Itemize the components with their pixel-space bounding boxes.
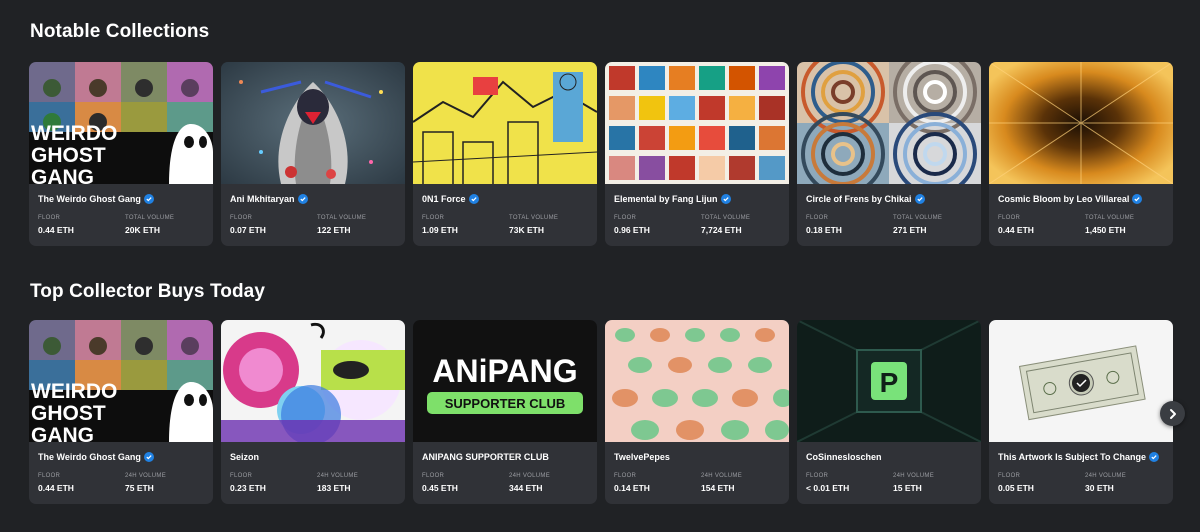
collection-card-circle-of-frens[interactable]: Circle of Frens by Chikai FLOOR 0.18 ETH… (797, 62, 981, 246)
collection-name[interactable]: ANIPANG SUPPORTER CLUB (422, 452, 549, 462)
floor-stat: FLOOR 0.18 ETH (806, 215, 842, 235)
card-art-text: GHOST (31, 402, 106, 425)
card-art-text: SUPPORTER CLUB (445, 396, 566, 411)
collection-name[interactable]: The Weirdo Ghost Gang (38, 194, 154, 204)
verified-badge-icon (914, 194, 925, 204)
verified-badge-icon (1132, 194, 1143, 204)
collection-name[interactable]: 0N1 Force (422, 194, 479, 204)
floor-stat: FLOOR 0.45 ETH (422, 473, 458, 493)
collection-card-0n1-force[interactable]: 0N1 Force FLOOR 1.09 ETH TOTAL VOLUME 73… (413, 62, 597, 246)
floor-stat: FLOOR 0.23 ETH (230, 473, 266, 493)
section-title-notable: Notable Collections (30, 21, 210, 42)
chevron-right-icon (1169, 408, 1176, 419)
floor-stat: FLOOR 0.07 ETH (230, 215, 266, 235)
collection-name[interactable]: TwelvePepes (614, 452, 670, 462)
card-art-text: WEIRDO (31, 380, 117, 403)
section-title-top-collector-buys: Top Collector Buys Today (30, 281, 265, 302)
volume-stat: TOTAL VOLUME 122 ETH (317, 215, 367, 235)
collection-card-elemental[interactable]: Elemental by Fang Lijun FLOOR 0.96 ETH T… (605, 62, 789, 246)
volume-stat: TOTAL VOLUME 1,450 ETH (1085, 215, 1135, 235)
volume-stat: 24H VOLUME 75 ETH (125, 473, 167, 493)
collection-card-this-artwork[interactable]: This Artwork Is Subject To Change FLOOR … (989, 320, 1173, 504)
volume-stat: 24H VOLUME 154 ETH (701, 473, 743, 493)
collection-thumbnail[interactable]: ANiPANG SUPPORTER CLUB (413, 320, 597, 442)
volume-stat: 24H VOLUME 15 ETH (893, 473, 935, 493)
volume-stat: TOTAL VOLUME 271 ETH (893, 215, 943, 235)
volume-stat: TOTAL VOLUME 7,724 ETH (701, 215, 751, 235)
volume-stat: 24H VOLUME 344 ETH (509, 473, 551, 493)
floor-stat: FLOOR 0.44 ETH (38, 215, 74, 235)
verified-badge-icon (468, 194, 479, 204)
verified-badge-icon (720, 194, 731, 204)
collection-thumbnail[interactable] (797, 62, 981, 184)
verified-badge-icon (297, 194, 308, 204)
floor-stat: FLOOR 0.44 ETH (998, 215, 1034, 235)
card-art-text: ANiPANG (432, 353, 577, 389)
card-art-text: WEIRDO (31, 122, 117, 145)
collection-thumbnail[interactable] (221, 320, 405, 442)
carousel-next-button[interactable] (1160, 401, 1185, 426)
floor-stat: FLOOR 0.14 ETH (614, 473, 650, 493)
collection-thumbnail[interactable]: P (797, 320, 981, 442)
collection-card-seizon[interactable]: Seizon FLOOR 0.23 ETH 24H VOLUME 183 ETH (221, 320, 405, 504)
collection-card-cosinnesloschen[interactable]: P CoSinnesloschen FLOOR < 0.01 ETH 24H V… (797, 320, 981, 504)
card-art-text: GANG (31, 424, 94, 442)
collection-thumbnail[interactable] (989, 320, 1173, 442)
floor-stat: FLOOR 0.05 ETH (998, 473, 1034, 493)
volume-stat: 24H VOLUME 183 ETH (317, 473, 359, 493)
floor-stat: FLOOR 0.96 ETH (614, 215, 650, 235)
volume-stat: TOTAL VOLUME 20K ETH (125, 215, 175, 235)
collection-name[interactable]: Seizon (230, 452, 259, 462)
collection-name[interactable]: The Weirdo Ghost Gang (38, 452, 154, 462)
collection-thumbnail[interactable] (989, 62, 1173, 184)
verified-badge-icon (143, 194, 154, 204)
card-art-text: GANG (31, 166, 94, 184)
collection-card-weirdo-ghost-gang[interactable]: WEIRDO GHOST GANG The Weirdo Ghost Gang … (29, 320, 213, 504)
card-art-text: P (880, 367, 899, 398)
collection-name[interactable]: CoSinnesloschen (806, 452, 882, 462)
collection-card-weirdo-ghost-gang[interactable]: WEIRDO GHOST GANG The Weirdo Ghost Gang … (29, 62, 213, 246)
floor-stat: FLOOR 1.09 ETH (422, 215, 458, 235)
collection-thumbnail[interactable] (605, 320, 789, 442)
verified-badge-icon (1149, 452, 1160, 462)
collection-name[interactable]: Circle of Frens by Chikai (806, 194, 925, 204)
collection-thumbnail[interactable] (221, 62, 405, 184)
collection-name[interactable]: Cosmic Bloom by Leo Villareal (998, 194, 1143, 204)
verified-badge-icon (143, 452, 154, 462)
floor-stat: FLOOR < 0.01 ETH (806, 473, 850, 493)
floor-stat: FLOOR 0.44 ETH (38, 473, 74, 493)
volume-stat: TOTAL VOLUME 73K ETH (509, 215, 559, 235)
collection-name[interactable]: This Artwork Is Subject To Change (998, 452, 1160, 462)
collection-thumbnail[interactable] (605, 62, 789, 184)
collection-name[interactable]: Ani Mkhitaryan (230, 194, 308, 204)
collection-card-anipang[interactable]: ANiPANG SUPPORTER CLUB ANIPANG SUPPORTER… (413, 320, 597, 504)
card-art-text: GHOST (31, 144, 106, 167)
collection-card-twelvepepes[interactable]: TwelvePepes FLOOR 0.14 ETH 24H VOLUME 15… (605, 320, 789, 504)
collection-thumbnail[interactable]: WEIRDO GHOST GANG (29, 320, 213, 442)
volume-stat: 24H VOLUME 30 ETH (1085, 473, 1127, 493)
collection-card-ani-mkhitaryan[interactable]: Ani Mkhitaryan FLOOR 0.07 ETH TOTAL VOLU… (221, 62, 405, 246)
collection-thumbnail[interactable] (413, 62, 597, 184)
collection-name[interactable]: Elemental by Fang Lijun (614, 194, 731, 204)
collection-card-cosmic-bloom[interactable]: Cosmic Bloom by Leo Villareal FLOOR 0.44… (989, 62, 1173, 246)
collection-thumbnail[interactable]: WEIRDO GHOST GANG (29, 62, 213, 184)
